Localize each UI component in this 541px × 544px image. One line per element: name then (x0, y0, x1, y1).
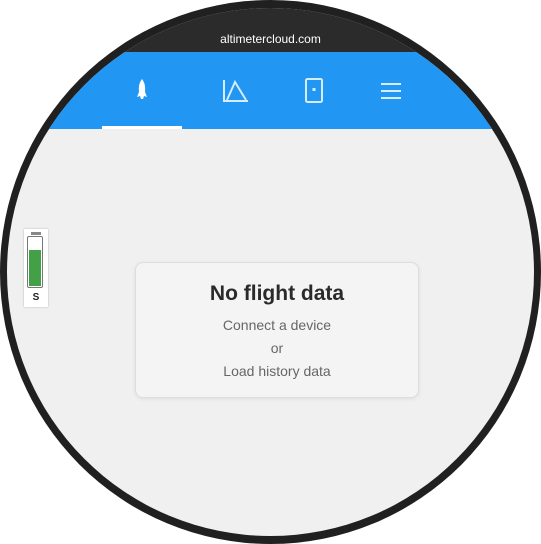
watch-screen: altimetercloud.com S No flight data Conn… (7, 8, 534, 536)
url-bar: altimetercloud.com (7, 8, 534, 52)
battery-indicator: S (24, 229, 48, 307)
active-tab-indicator (102, 126, 182, 129)
altitude-chart-icon (223, 79, 248, 102)
tab-flight[interactable] (102, 52, 182, 129)
url-text: altimetercloud.com (220, 32, 321, 46)
tab-altitude-chart[interactable] (196, 52, 276, 129)
device-icon (305, 77, 323, 103)
battery-body (27, 236, 43, 288)
top-nav (7, 52, 534, 129)
load-history-text: Load history data (223, 363, 331, 379)
battery-fill (29, 250, 41, 286)
or-text: or (270, 340, 284, 356)
tab-device[interactable] (274, 52, 354, 129)
rocket-icon (137, 78, 147, 99)
no-data-card: No flight data Connect a device or Load … (135, 262, 419, 398)
connect-device-text: Connect a device (222, 317, 332, 333)
tab-menu[interactable] (351, 52, 431, 129)
no-data-title: No flight data (209, 282, 345, 305)
battery-label: S (32, 292, 40, 303)
menu-icon (381, 82, 401, 99)
battery-cap (31, 232, 41, 235)
